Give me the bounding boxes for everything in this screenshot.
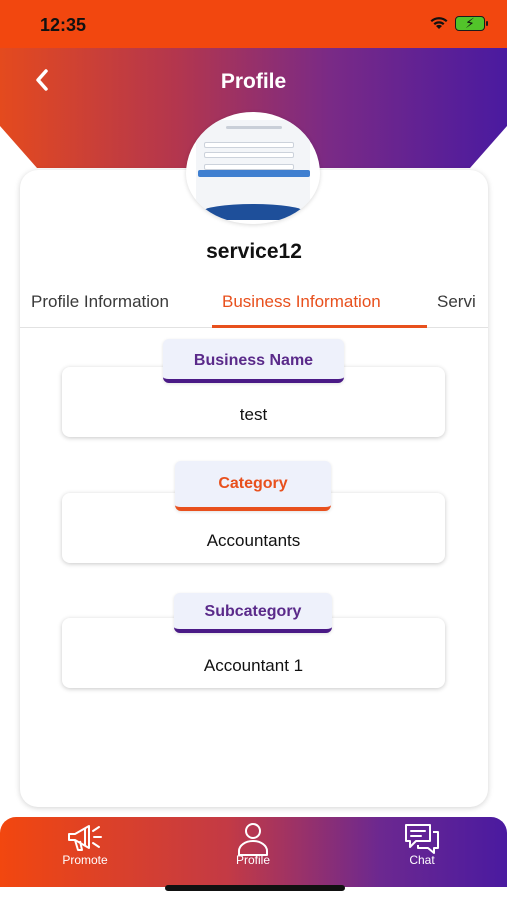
avatar-image-bar xyxy=(198,170,310,177)
megaphone-icon xyxy=(68,825,102,851)
business-name-value: test xyxy=(239,405,268,424)
avatar[interactable] xyxy=(186,112,320,224)
page-title: Profile xyxy=(220,70,287,93)
profile-card: service12 Profile Information Business I… xyxy=(20,170,488,807)
tab-profile-information[interactable]: Profile Information xyxy=(31,292,169,312)
nav-promote[interactable]: Promote xyxy=(30,817,140,887)
wifi-icon xyxy=(430,17,448,29)
nav-chat-label: Chat xyxy=(409,853,435,867)
username: service12 xyxy=(206,240,302,263)
chat-icon xyxy=(405,824,439,854)
nav-profile-label: Profile xyxy=(235,853,270,867)
status-bar: 12:35 ⚡ xyxy=(0,0,507,48)
subcategory-value: Accountant 1 xyxy=(203,656,304,675)
battery-icon: ⚡ xyxy=(455,15,488,31)
status-icons: ⚡ xyxy=(429,15,488,31)
status-time: 12:35 xyxy=(40,15,87,35)
business-name-label: Business Name xyxy=(163,339,344,383)
category-value: Accountants xyxy=(206,531,301,550)
nav-promote-label: Promote xyxy=(62,853,108,867)
user-icon xyxy=(238,823,268,856)
tab-bar: Profile Information Business Information… xyxy=(20,280,488,328)
subcategory-label: Subcategory xyxy=(174,593,332,633)
tab-business-information[interactable]: Business Information xyxy=(222,292,381,312)
tab-services[interactable]: Servi xyxy=(437,292,476,312)
active-tab-indicator xyxy=(212,325,427,328)
home-indicator xyxy=(165,885,345,891)
bottom-nav: Promote Profile Chat xyxy=(0,817,507,887)
avatar-image-footer xyxy=(202,204,304,220)
nav-chat[interactable]: Chat xyxy=(367,817,477,887)
category-label: Category xyxy=(175,461,331,511)
nav-profile[interactable]: Profile xyxy=(198,817,308,887)
